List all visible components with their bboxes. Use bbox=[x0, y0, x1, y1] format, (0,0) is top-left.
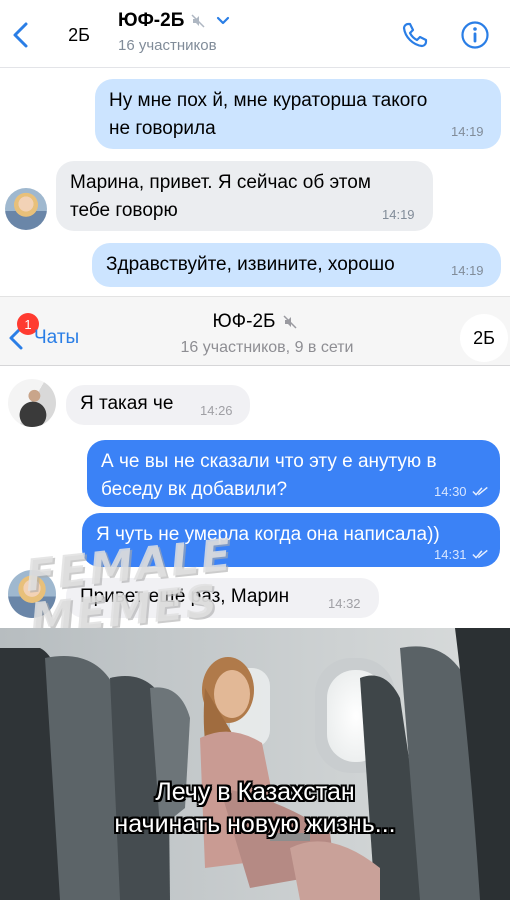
chat-avatar[interactable]: 2Б bbox=[460, 314, 508, 362]
vk-message-outgoing[interactable]: Ну мне пох й, мне кураторша такого не го… bbox=[95, 79, 501, 149]
message-time: 14:19 bbox=[451, 263, 484, 278]
vk-message-outgoing[interactable]: Здравствуйте, извините, хорошо bbox=[92, 243, 501, 287]
message-time: 14:26 bbox=[200, 403, 233, 418]
avatar[interactable] bbox=[8, 379, 56, 427]
chat-title-row[interactable]: ЮФ-2Б bbox=[0, 311, 510, 333]
chat-subtitle: 16 участников, 9 в сети bbox=[180, 339, 354, 356]
message-time: 14:31 bbox=[434, 547, 467, 562]
message-text: тебе говорю bbox=[70, 200, 178, 221]
info-icon[interactable] bbox=[460, 20, 490, 50]
message-text: Здравствуйте, извините, хорошо bbox=[106, 254, 395, 275]
read-checkmarks-icon bbox=[472, 549, 488, 559]
phone-icon[interactable] bbox=[400, 20, 430, 50]
avatar[interactable] bbox=[5, 188, 47, 230]
back-arrow-icon[interactable] bbox=[8, 20, 34, 50]
message-text: А че вы не сказали что эту е анутую в bbox=[101, 451, 437, 472]
message-time: 14:19 bbox=[451, 124, 484, 139]
vk-message-incoming[interactable]: Марина, привет. Я сейчас об этом тебе го… bbox=[56, 161, 433, 231]
chat-title: ЮФ-2Б bbox=[212, 311, 276, 332]
message-text: не говорила bbox=[109, 118, 216, 139]
muted-icon bbox=[191, 14, 205, 28]
chat-title: ЮФ-2Б bbox=[118, 10, 185, 31]
read-checkmarks-icon bbox=[472, 486, 488, 496]
meme-caption-line: Лечу в Казахстан bbox=[155, 778, 355, 806]
message-text: Марина, привет. Я сейчас об этом bbox=[70, 172, 371, 193]
chat-subtitle: 16 участников bbox=[118, 37, 217, 54]
message-text: беседу вк добавили? bbox=[101, 479, 288, 500]
meme-caption-line: начинать новую жизнь... bbox=[114, 810, 396, 838]
chevron-down-icon[interactable] bbox=[216, 14, 230, 28]
message-time: 14:30 bbox=[434, 484, 467, 499]
airplane-photo: Лечу в Казахстан начинать новую жизнь... bbox=[0, 628, 510, 900]
chat-title-row[interactable]: ЮФ-2Б bbox=[118, 10, 230, 32]
chat-avatar[interactable]: 2Б bbox=[56, 12, 102, 58]
message-time: 14:19 bbox=[382, 207, 415, 222]
vk-chat-header: 2Б ЮФ-2Б 16 участников bbox=[0, 0, 510, 68]
message-text: Ну мне пох й, мне кураторша такого bbox=[109, 90, 428, 111]
tg-chat-header: 1 Чаты ЮФ-2Б 16 участников, 9 в сети bbox=[0, 296, 510, 366]
muted-icon bbox=[282, 315, 297, 329]
message-time: 14:32 bbox=[328, 596, 361, 611]
airplane-cabin-illustration bbox=[0, 628, 510, 900]
